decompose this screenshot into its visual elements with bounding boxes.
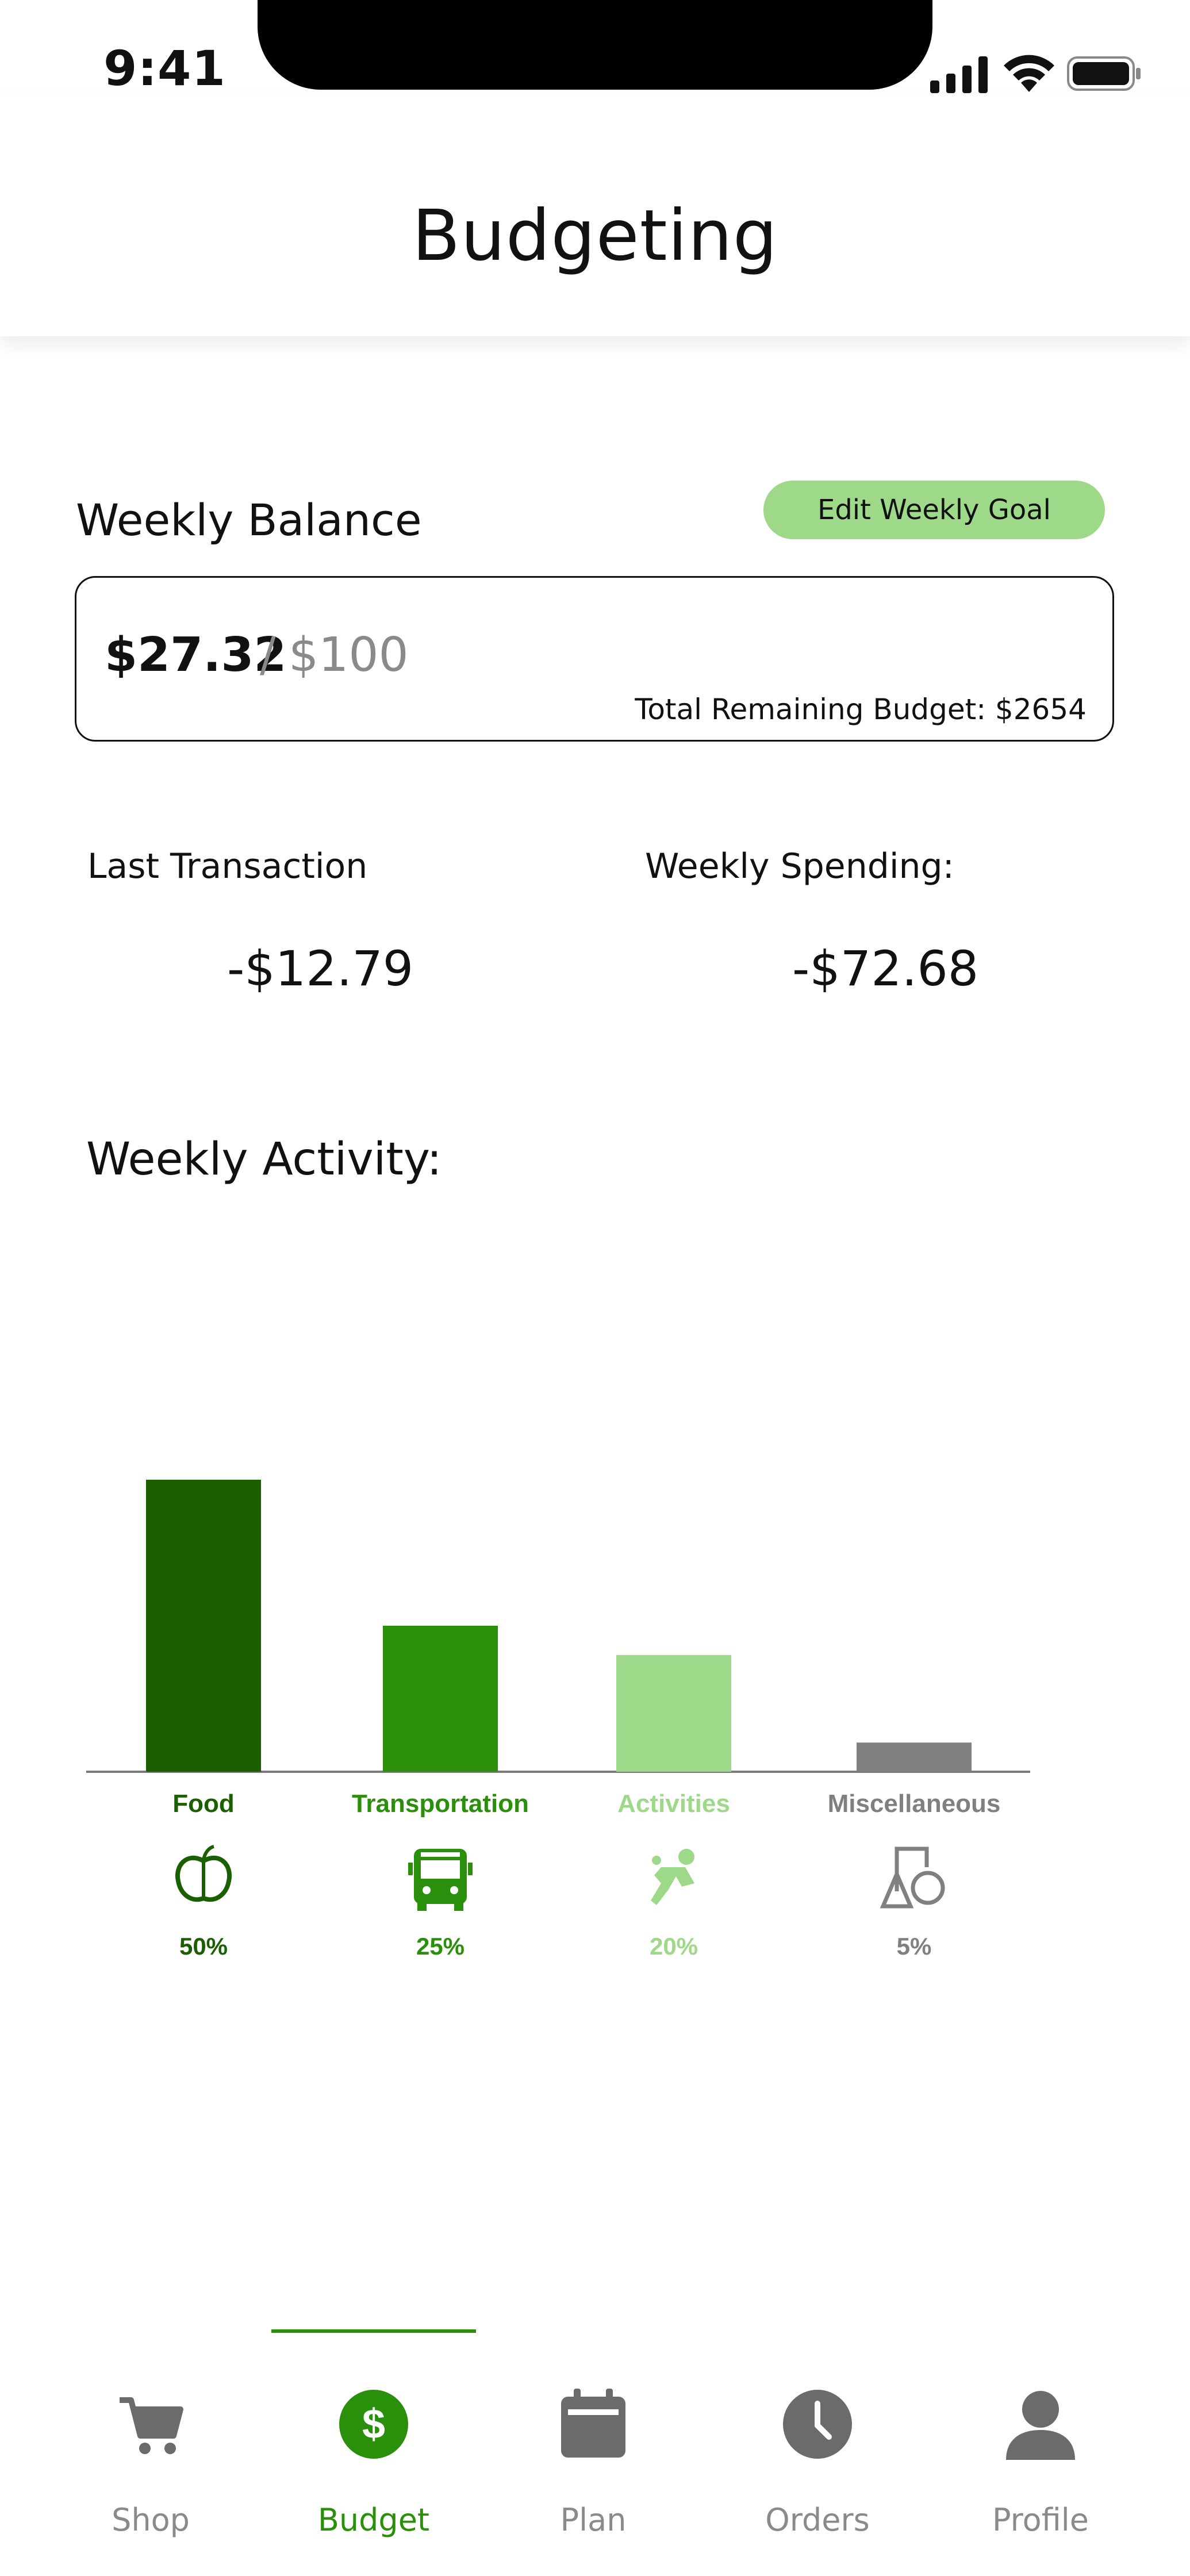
total-remaining-budget: Total Remaining Budget: $2654 — [635, 693, 1087, 726]
weekly-activity-chart: Food 50% Transportation 25% Activities 20% Mis… — [86, 1480, 1030, 1960]
balance-separator: / — [260, 628, 276, 682]
percent-label-activities: 20% — [650, 1933, 698, 1960]
percent-label-food: 50% — [179, 1933, 228, 1960]
bar-miscellaneous — [857, 1742, 972, 1772]
person-icon — [1006, 2391, 1075, 2460]
last-transaction-label: Last Transaction — [87, 846, 368, 886]
category-label-food: Food — [172, 1790, 235, 1818]
nav-active-indicator — [271, 2329, 476, 2333]
bar-food — [146, 1480, 261, 1772]
status-time: 9:41 — [103, 40, 226, 97]
edit-weekly-goal-button[interactable]: Edit Weekly Goal — [763, 481, 1105, 539]
category-label-transportation: Transportation — [352, 1790, 529, 1818]
category-label-activities: Activities — [617, 1790, 730, 1818]
page-title: Budgeting — [412, 195, 778, 277]
balance-goal-amount: $100 — [289, 628, 409, 682]
weekly-balance-label: Weekly Balance — [76, 494, 422, 546]
battery-icon — [1067, 56, 1141, 91]
weekly-spending-value: -$72.68 — [792, 940, 979, 997]
shapes-icon — [880, 1846, 945, 1909]
calendar-icon — [561, 2389, 625, 2458]
bar-transportation — [383, 1626, 498, 1772]
device-notch — [258, 0, 932, 90]
signal-icon — [930, 56, 988, 93]
bar-activities — [616, 1654, 731, 1772]
category-label-miscellaneous: Miscellaneous — [828, 1790, 1001, 1818]
nav-label-shop: Shop — [112, 2502, 190, 2538]
balance-current-amount: $27.32 — [105, 628, 287, 682]
clock-icon — [783, 2390, 852, 2459]
wifi-icon — [1004, 55, 1054, 92]
bus-icon — [408, 1849, 473, 1911]
percent-label-transportation: 25% — [416, 1933, 465, 1960]
nav-label-orders: Orders — [765, 2502, 870, 2538]
nav-item-profile[interactable]: Profile — [954, 2380, 1127, 2570]
nav-label-profile: Profile — [992, 2502, 1089, 2538]
last-transaction-value: -$12.79 — [227, 940, 414, 997]
nav-label-budget: Budget — [317, 2502, 430, 2538]
nav-item-orders[interactable]: Orders — [731, 2380, 904, 2570]
cart-icon — [120, 2397, 183, 2454]
nav-item-plan[interactable]: Plan — [507, 2380, 680, 2570]
dollar-icon: $ — [339, 2390, 408, 2459]
svg-text:$: $ — [362, 2401, 385, 2447]
nav-item-shop[interactable]: Shop — [64, 2380, 237, 2570]
nav-label-plan: Plan — [560, 2502, 627, 2538]
weekly-spending-label: Weekly Spending: — [645, 846, 954, 886]
nav-item-budget[interactable]: $ Budget — [287, 2380, 460, 2570]
apple-icon — [175, 1845, 232, 1902]
percent-label-miscellaneous: 5% — [897, 1933, 932, 1960]
weekly-activity-label: Weekly Activity: — [86, 1134, 442, 1185]
activity-icon — [651, 1849, 694, 1905]
